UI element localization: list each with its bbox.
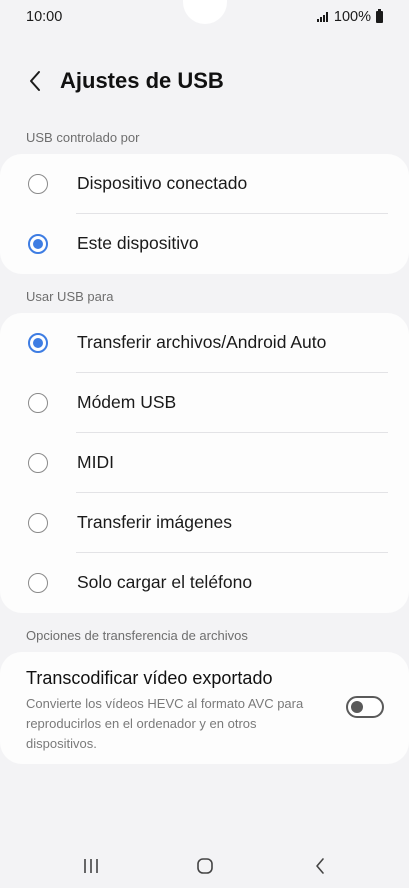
radio-unchecked[interactable] bbox=[28, 573, 48, 593]
page-title: Ajustes de USB bbox=[60, 68, 224, 93]
header: Ajustes de USB bbox=[0, 60, 409, 102]
signal-icon bbox=[316, 12, 328, 22]
battery-icon bbox=[376, 9, 383, 23]
usb-controlled-by-card: Dispositivo conectado Este dispositivo bbox=[0, 154, 409, 274]
status-icons: 100% bbox=[316, 9, 383, 25]
radio-option-this-device[interactable]: Este dispositivo bbox=[0, 214, 409, 274]
option-label: Módem USB bbox=[77, 392, 177, 412]
status-time: 10:00 bbox=[26, 9, 63, 25]
radio-checked[interactable] bbox=[28, 333, 48, 353]
option-label: Este dispositivo bbox=[77, 233, 199, 253]
option-label: Dispositivo conectado bbox=[77, 173, 248, 193]
recent-apps-icon bbox=[84, 859, 98, 873]
section-label-usb-controlled-by: USB controlado por bbox=[26, 130, 140, 145]
radio-option-usb-modem[interactable]: Módem USB bbox=[0, 373, 409, 433]
radio-option-connected-device[interactable]: Dispositivo conectado bbox=[0, 154, 409, 214]
home-icon bbox=[197, 858, 213, 874]
radio-option-charge-only[interactable]: Solo cargar el teléfono bbox=[0, 553, 409, 613]
option-label: Transferir imágenes bbox=[77, 512, 232, 532]
radio-option-transfer-images[interactable]: Transferir imágenes bbox=[0, 493, 409, 553]
radio-option-midi[interactable]: MIDI bbox=[0, 433, 409, 493]
battery-percentage: 100% bbox=[333, 9, 371, 25]
section-label-use-usb-for: Usar USB para bbox=[26, 289, 114, 304]
back-button[interactable] bbox=[22, 68, 48, 94]
radio-unchecked[interactable] bbox=[28, 393, 48, 413]
back-arrow-icon bbox=[30, 71, 40, 91]
radio-option-file-transfer[interactable]: Transferir archivos/Android Auto bbox=[0, 313, 409, 373]
recent-apps-button[interactable] bbox=[76, 852, 106, 880]
use-usb-for-card: Transferir archivos/Android Auto Módem U… bbox=[0, 313, 409, 613]
option-label: Solo cargar el teléfono bbox=[77, 572, 253, 592]
option-label: Transferir archivos/Android Auto bbox=[77, 332, 327, 352]
transcode-description: Convierte los vídeos HEVC al formato AVC… bbox=[26, 696, 304, 751]
nav-back-button[interactable] bbox=[305, 852, 335, 880]
back-icon bbox=[316, 858, 324, 874]
transcode-video-row[interactable]: Transcodificar vídeo exportado Convierte… bbox=[0, 652, 409, 764]
radio-unchecked[interactable] bbox=[28, 453, 48, 473]
radio-checked[interactable] bbox=[28, 234, 48, 254]
section-label-file-transfer-options: Opciones de transferencia de archivos bbox=[26, 628, 248, 643]
transcode-title: Transcodificar vídeo exportado bbox=[26, 668, 273, 688]
home-button[interactable] bbox=[190, 852, 220, 880]
transcode-toggle-switch[interactable] bbox=[346, 696, 384, 718]
option-label: MIDI bbox=[77, 452, 114, 472]
navigation-bar bbox=[0, 844, 409, 888]
toggle-knob bbox=[351, 701, 363, 713]
radio-unchecked[interactable] bbox=[28, 513, 48, 533]
radio-unchecked[interactable] bbox=[28, 174, 48, 194]
